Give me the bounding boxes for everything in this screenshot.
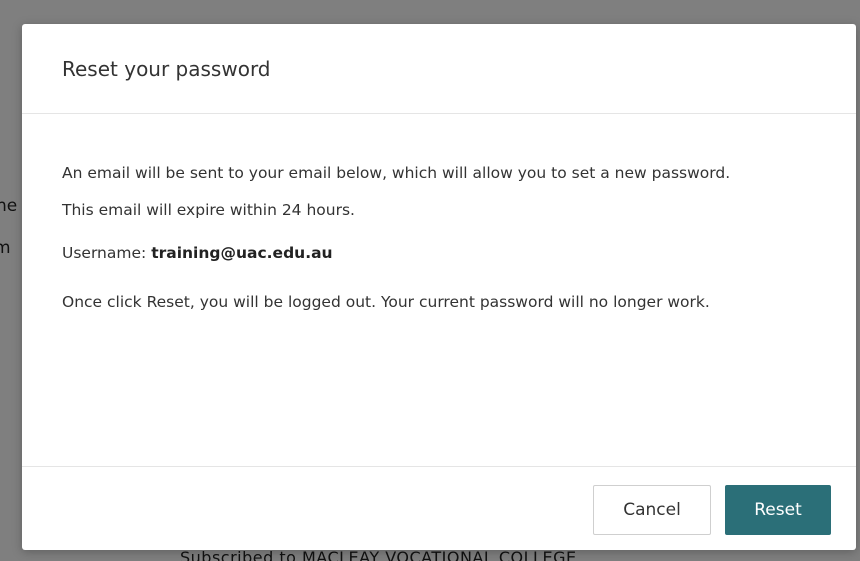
username-value: training@uac.edu.au (151, 244, 333, 262)
reset-button[interactable]: Reset (725, 485, 831, 535)
email-expiry-info: This email will expire within 24 hours. (62, 201, 355, 219)
reset-password-dialog: Reset your password An email will be sen… (22, 24, 856, 550)
logout-warning: Once click Reset, you will be logged out… (62, 293, 710, 311)
dialog-title: Reset your password (62, 56, 271, 81)
username-row: Username: training@uac.edu.au (62, 235, 816, 272)
dialog-body: An email will be sent to your email belo… (22, 114, 856, 466)
username-label: Username: (62, 244, 147, 262)
cancel-button[interactable]: Cancel (593, 485, 711, 535)
reset-email-info: An email will be sent to your email belo… (62, 164, 731, 182)
dialog-header: Reset your password (22, 24, 856, 114)
dialog-footer: Cancel Reset (22, 466, 856, 550)
